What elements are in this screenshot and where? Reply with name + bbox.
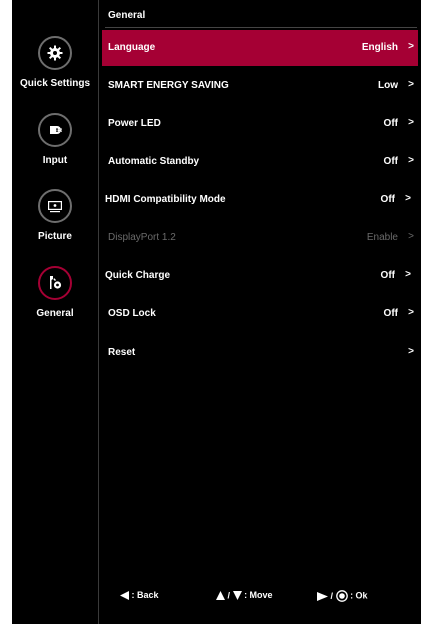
ok-hint-label: : Ok xyxy=(350,590,368,601)
menu-item-label: SMART ENERGY SAVING xyxy=(108,80,229,91)
back-hint-label: : Back xyxy=(131,590,159,600)
menu-item-value: Off xyxy=(383,118,398,129)
down-arrow-icon xyxy=(232,591,242,601)
chevron-right-icon: > xyxy=(408,307,414,318)
chevron-right-icon: > xyxy=(408,41,414,52)
menu-item-label: Reset xyxy=(108,347,136,358)
move-hint-label: : Move xyxy=(244,590,273,600)
menu-item-automatic-standby[interactable]: Automatic Standby Off > xyxy=(102,144,418,180)
menu-item-reset[interactable]: Reset > xyxy=(102,335,418,371)
menu-item-osd-lock[interactable]: OSD Lock Off > xyxy=(102,296,418,332)
menu-item-label: Automatic Standby xyxy=(108,156,200,167)
chevron-right-icon: > xyxy=(405,269,411,280)
back-hint: : Back xyxy=(120,590,159,601)
menu-item-value: Off xyxy=(380,194,395,205)
menu-item-value: Off xyxy=(383,156,398,167)
chevron-right-icon: > xyxy=(405,193,411,204)
menu-item-value: Enable xyxy=(366,232,398,243)
move-hint: / : Move xyxy=(216,590,273,601)
sidebar-item-label: Input xyxy=(42,155,68,166)
menu-item-hdmi-compatibility-mode[interactable]: HDMI Compatibility Mode Off > xyxy=(99,182,415,218)
menu-item-value: English xyxy=(361,42,398,53)
menu-item-smart-energy-saving[interactable]: SMART ENERGY SAVING Low > xyxy=(102,68,418,104)
chevron-right-icon: > xyxy=(408,117,414,128)
menu-item-label: OSD Lock xyxy=(108,308,156,319)
left-arrow-icon xyxy=(120,591,129,601)
menu-item-quick-charge[interactable]: Quick Charge Off > xyxy=(99,258,415,294)
chevron-right-icon: > xyxy=(408,155,414,166)
osd-window: Quick Settings Input Picture General Gen… xyxy=(12,0,421,624)
menu-item-label: Language xyxy=(108,42,156,53)
up-arrow-icon xyxy=(216,591,225,601)
chevron-right-icon: > xyxy=(408,346,414,357)
title-divider xyxy=(105,27,417,28)
right-arrow-icon xyxy=(317,591,328,601)
page-title: General xyxy=(108,10,146,21)
menu-item-power-led[interactable]: Power LED Off > xyxy=(102,106,418,142)
sidebar-item-label: Quick Settings xyxy=(19,78,90,89)
menu-item-label: HDMI Compatibility Mode xyxy=(105,194,226,205)
menu-item-label: Quick Charge xyxy=(105,270,171,281)
menu-item-displayport: DisplayPort 1.2 Enable > xyxy=(102,220,418,256)
sidebar-item-label: General xyxy=(36,308,74,319)
sidebar-item-label: Picture xyxy=(38,231,72,242)
menu-item-label: Power LED xyxy=(108,118,161,129)
sidebar: Quick Settings Input Picture General xyxy=(12,0,98,624)
monitor-icon xyxy=(38,189,72,223)
joystick-button-icon xyxy=(335,590,348,602)
menu-item-label: DisplayPort 1.2 xyxy=(108,232,176,243)
chevron-right-icon: > xyxy=(408,231,414,242)
menu-item-value: Low xyxy=(378,80,398,91)
key-guide: : Back / : Move / : Ok xyxy=(99,590,421,604)
gear-icon xyxy=(38,36,72,70)
menu-item-value: Off xyxy=(380,270,395,281)
menu-item-language[interactable]: Language English > xyxy=(102,30,418,66)
menu-item-value: Off xyxy=(383,308,398,319)
input-plug-icon xyxy=(38,113,72,147)
main-panel: General Language English > SMART ENERGY … xyxy=(99,0,421,624)
chevron-right-icon: > xyxy=(408,79,414,90)
ok-hint: / : Ok xyxy=(317,590,368,602)
general-tools-icon xyxy=(38,266,72,300)
